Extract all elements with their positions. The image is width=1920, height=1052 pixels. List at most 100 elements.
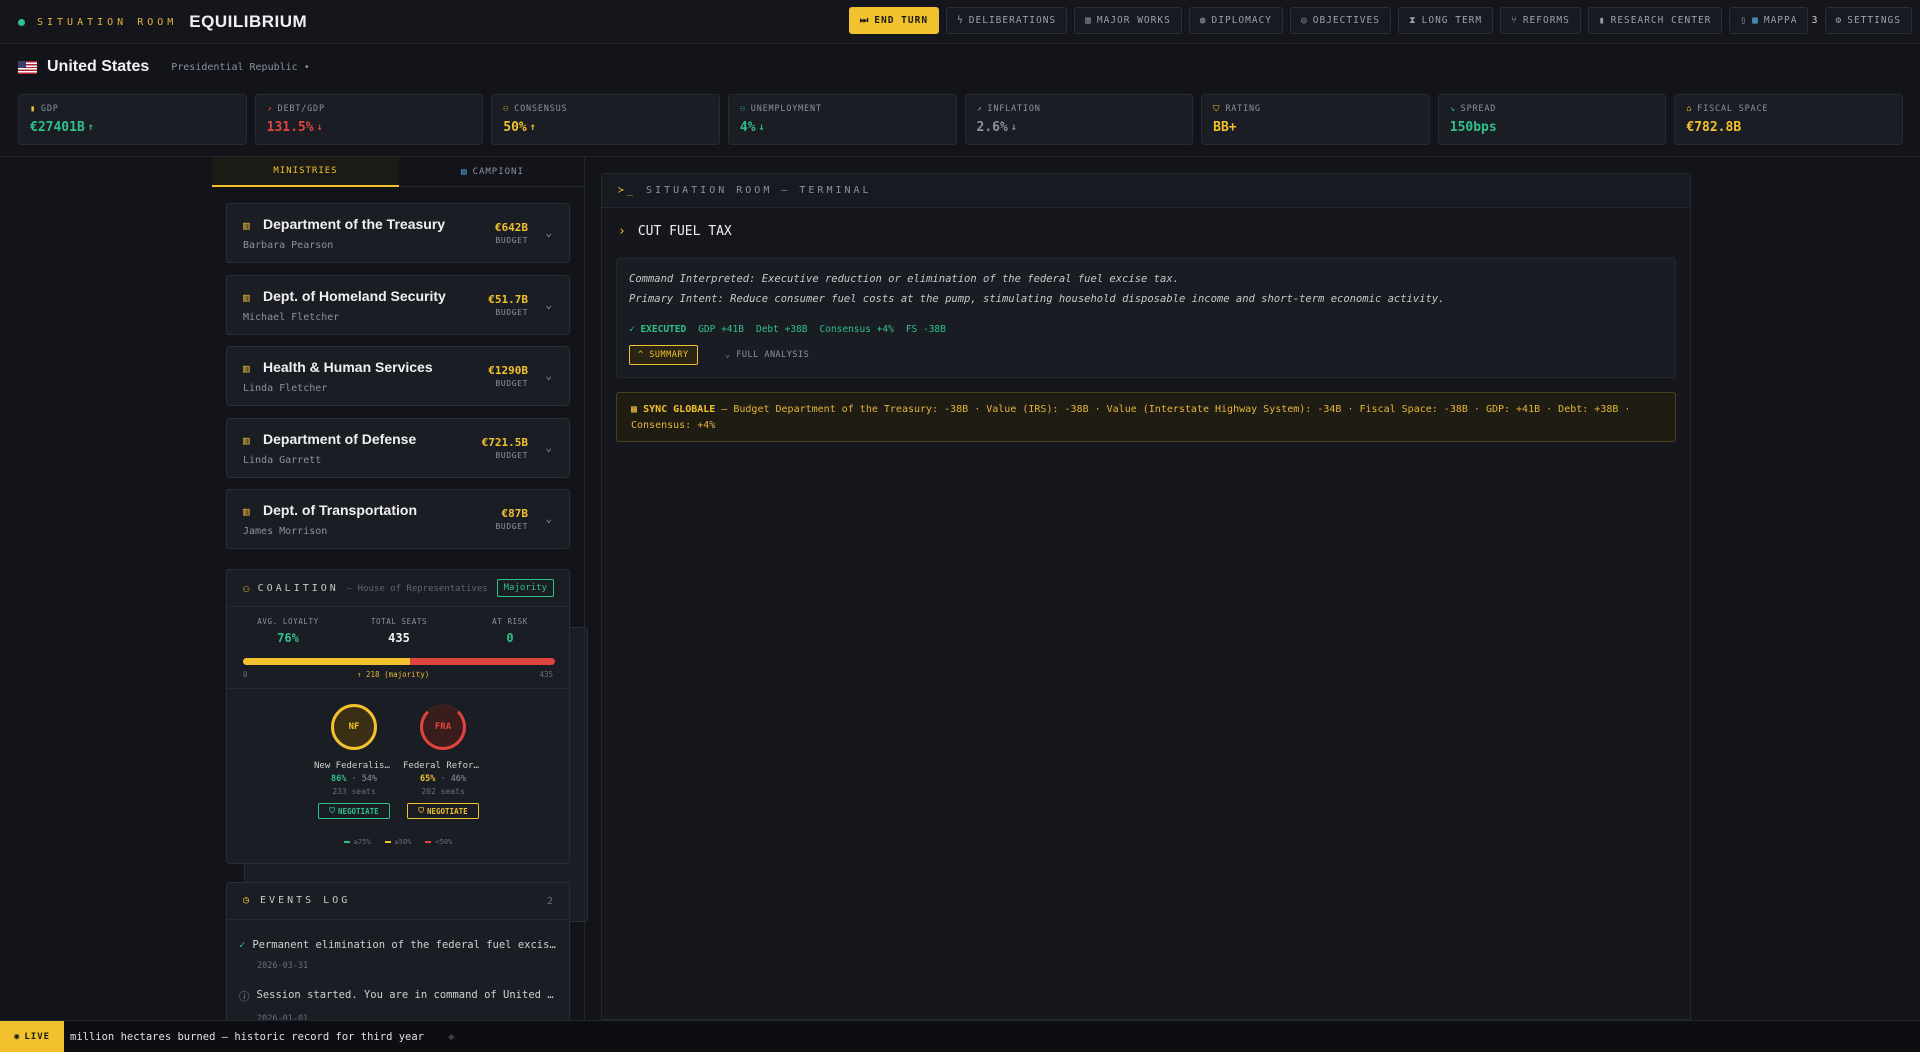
- chevron-down-icon[interactable]: ⌄: [545, 441, 552, 454]
- tab-ministries[interactable]: MINISTRIES: [212, 157, 399, 187]
- stat-label-row: ⛉ RATING: [1213, 104, 1418, 114]
- bar-max-label: 435: [539, 670, 553, 679]
- at-risk-label: AT RISK: [492, 617, 528, 626]
- news-ticker: ◉ LIVE million hectares burned — historic…: [0, 1020, 1920, 1052]
- negotiate-button[interactable]: ⛉ NEGOTIATE: [407, 803, 479, 819]
- trend-arrow-icon: ↑: [87, 122, 94, 133]
- tab-ministries-label: MINISTRIES: [273, 166, 338, 176]
- party-seats: 233 seats: [332, 787, 376, 796]
- stat-label-row: ↘ SPREAD: [1450, 104, 1655, 114]
- stat-label-row: ▮ GDP: [30, 104, 235, 114]
- chevron-down-icon[interactable]: ⌄: [545, 298, 552, 311]
- tab-campioni[interactable]: ▤ CAMPIONI: [399, 157, 586, 187]
- event-text: Permanent elimination of the federal fue…: [252, 939, 559, 951]
- majority-threshold-label: ↑ 218 (majority): [357, 670, 430, 679]
- legend-label: ≥50%: [394, 838, 412, 846]
- party-abbr: NF: [348, 722, 360, 732]
- stat-value-row: 2.6% ↓: [977, 120, 1182, 135]
- live-label: LIVE: [24, 1032, 51, 1042]
- at-risk-value: 0: [506, 631, 514, 645]
- negotiate-label: NEGOTIATE: [426, 806, 468, 816]
- chevron-down-icon[interactable]: ⌄: [545, 512, 552, 525]
- left-panel-tabs: MINISTRIES ▤ CAMPIONI: [212, 157, 586, 187]
- stat-label: DEBT/GDP: [277, 104, 325, 114]
- budget-label: BUDGET: [495, 307, 528, 317]
- executed-status: ✓ EXECUTED: [629, 324, 687, 335]
- ministry-name: Department of the Treasury: [263, 216, 446, 232]
- minister-name: James Morrison: [243, 526, 328, 537]
- building-icon: ▥: [243, 290, 250, 304]
- event-item: ⓘ Session started. You are in command of …: [239, 989, 559, 1021]
- negotiate-button[interactable]: ⛉ NEGOTIATE: [318, 803, 390, 819]
- effect-consensus: Consensus +4%: [819, 324, 894, 335]
- reforms-label: REFORMS: [1522, 15, 1570, 26]
- mappa-badge: 3: [1811, 15, 1818, 26]
- bar-chart-icon: ▮: [30, 104, 36, 114]
- branch-icon: ⑂: [1511, 15, 1518, 26]
- command-text: CUT FUEL TAX: [637, 224, 732, 239]
- people-icon: ⚇: [739, 104, 746, 114]
- stat-card: ↗ INFLATION 2.6% ↓: [964, 94, 1194, 145]
- ministry-name: Dept. of Homeland Security: [263, 287, 446, 304]
- divider: [227, 606, 569, 607]
- end-turn-button[interactable]: ⏭ END TURN: [848, 7, 940, 34]
- ministry-name: Health & Human Services: [263, 359, 433, 375]
- minister-name: Linda Garrett: [243, 454, 322, 466]
- divider: [227, 919, 569, 920]
- legend-item: ≥75%: [343, 838, 371, 846]
- map-emoji-icon: ▦: [1752, 15, 1759, 26]
- summary-button[interactable]: ^ SUMMARY: [629, 345, 698, 365]
- trend-arrow-icon: ↓: [758, 122, 765, 133]
- reforms-button[interactable]: ⑂ REFORMS: [1500, 7, 1581, 34]
- majority-badge: Majority: [496, 579, 554, 597]
- party-name: Federal Reform Alliance: [403, 761, 483, 771]
- total-seats-label: TOTAL SEATS: [370, 617, 428, 626]
- ministry-card[interactable]: ▥ Department of the Treasury Barbara Pea…: [226, 203, 570, 263]
- command-result-card: Command Interpreted: Executive reduction…: [616, 258, 1676, 378]
- deliberations-button[interactable]: ϟ DELIBERATIONS: [946, 7, 1068, 34]
- stat-value: €782.8B: [1686, 120, 1742, 135]
- ministry-card[interactable]: ▥ Dept. of Transportation James Morrison…: [226, 489, 570, 549]
- brand: SITUATION ROOM EQUILIBRIUM: [18, 0, 307, 44]
- budget-label: BUDGET: [495, 450, 528, 460]
- research-center-button[interactable]: ▮ RESEARCH CENTER: [1587, 7, 1723, 34]
- ministry-card[interactable]: ▥ Health & Human Services Linda Fletcher…: [226, 346, 570, 406]
- diplomacy-button[interactable]: ◍ DIPLOMACY: [1188, 7, 1284, 34]
- minister-name: Barbara Pearson: [243, 240, 334, 251]
- legend-item: <50%: [425, 838, 452, 846]
- main-nav: ⏭ END TURN ϟ DELIBERATIONS ▥ MAJOR WORKS ◍ D…: [848, 7, 1912, 34]
- command-intent: Primary Intent: Reduce consumer fuel cos…: [629, 293, 1445, 305]
- ministry-budget: €87B: [501, 507, 529, 520]
- settings-button[interactable]: ⚙ SETTINGS: [1824, 7, 1912, 34]
- negotiate-label: NEGOTIATE: [337, 806, 379, 816]
- target-icon: ◎: [1301, 15, 1308, 26]
- app-title: EQUILIBRIUM: [189, 12, 308, 31]
- terminal-icon: ≻_: [618, 185, 637, 196]
- chevron-down-icon[interactable]: ⌄: [545, 369, 552, 382]
- objectives-button[interactable]: ◎ OBJECTIVES: [1290, 7, 1391, 34]
- ministry-card[interactable]: ▥ Department of Defense Linda Garrett €7…: [226, 417, 570, 478]
- government-type: Presidential Republic: [171, 61, 298, 73]
- party-loyalty: 86%: [330, 774, 347, 784]
- shield-icon: ⛉: [329, 806, 335, 815]
- long-term-button[interactable]: ⧗ LONG TERM: [1397, 7, 1494, 34]
- mappa-button[interactable]: ▯ ▦ MAPPA: [1729, 7, 1809, 34]
- events-count: 2: [546, 896, 553, 907]
- chevron-down-icon[interactable]: ⌄: [545, 226, 552, 239]
- stat-value-row: 50% ↑: [503, 120, 708, 135]
- minister-name: Linda Fletcher: [243, 383, 328, 394]
- tab-campioni-label: CAMPIONI: [472, 166, 524, 177]
- major-works-button[interactable]: ▥ MAJOR WORKS: [1074, 7, 1182, 34]
- trend-arrow-icon: ↑: [529, 122, 536, 133]
- stat-value: 150bps: [1449, 120, 1497, 135]
- ministry-card[interactable]: ▥ Dept. of Homeland Security Michael Fle…: [226, 274, 570, 335]
- effect-gdp: GDP +41B: [698, 324, 744, 335]
- stat-value-row: €27401B ↑: [30, 120, 235, 135]
- stat-value-row: 150bps: [1450, 120, 1655, 135]
- stat-card: ⚇ UNEMPLOYMENT 4% ↓: [727, 94, 957, 145]
- us-flag-icon: [18, 60, 37, 74]
- hourglass-icon: ⧗: [1408, 15, 1417, 26]
- avg-loyalty-stat: AVG. LOYALTY 76%: [243, 617, 333, 645]
- full-analysis-button[interactable]: ⌄ FULL ANALYSIS: [717, 345, 817, 365]
- sync-globale-notice: ▩ SYNC GLOBALE — Budget Department of th…: [616, 392, 1676, 442]
